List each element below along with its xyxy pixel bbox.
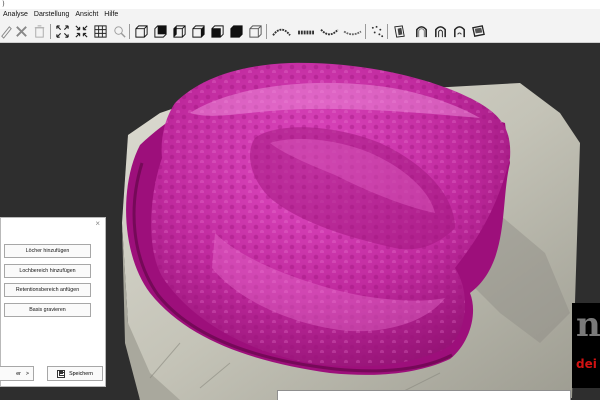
cube-front-icon[interactable] — [133, 23, 149, 39]
title-bar: ) — [0, 0, 600, 9]
logo-glyph: n — [576, 305, 600, 345]
toolbar-separator — [129, 24, 130, 39]
cube-back-icon[interactable] — [152, 23, 168, 39]
toolbar — [0, 21, 600, 43]
cube-right-icon[interactable] — [190, 23, 206, 39]
menu-hilfe[interactable]: Hilfe — [101, 9, 121, 21]
menu-darstellung[interactable]: Darstellung — [31, 9, 72, 21]
brand-logo: n dei e — [572, 303, 600, 388]
collapse-arrows-icon[interactable] — [73, 23, 89, 39]
menu-bar: Analyse Darstellung Ansicht Hilfe — [0, 9, 600, 21]
toolbar-separator — [365, 24, 366, 39]
application-window: ) Analyse Darstellung Ansicht Hilfe × Lö… — [0, 0, 600, 400]
save-button[interactable]: Speichern — [47, 366, 103, 381]
menu-analyse[interactable]: Analyse — [0, 9, 31, 21]
cube-outline-icon[interactable] — [247, 23, 263, 39]
chevron-right-icon: > — [25, 370, 29, 377]
engrave-base-button[interactable]: Basis gravieren — [4, 303, 91, 317]
status-field — [277, 390, 571, 400]
add-retention-area-button[interactable]: Retentionsbereich anfügen — [4, 283, 91, 297]
close-icon[interactable]: × — [95, 220, 100, 228]
expand-arrows-icon[interactable] — [54, 23, 70, 39]
app-icon: ) — [2, 0, 5, 8]
next-button[interactable]: er > — [0, 366, 34, 381]
cube-bottom-icon[interactable] — [228, 23, 244, 39]
tooth-row-front-icon[interactable] — [295, 23, 317, 39]
logo-wordmark: dei e — [576, 357, 600, 371]
grid-icon[interactable] — [92, 23, 108, 39]
scatter-points-icon[interactable] — [369, 23, 385, 39]
cube-left-icon[interactable] — [171, 23, 187, 39]
tooth-row-side-icon[interactable] — [318, 23, 340, 39]
tool-dialog: × Löcher hinzufügen Lochbereich hinzufüg… — [0, 217, 106, 387]
next-button-label: er — [16, 370, 21, 377]
add-hole-area-button[interactable]: Lochbereich hinzufügen — [4, 264, 91, 278]
tooth-3d-icon-2[interactable] — [413, 23, 429, 39]
tooth-3d-icon-5[interactable] — [470, 23, 486, 39]
menu-ansicht[interactable]: Ansicht — [72, 9, 101, 21]
save-button-label: Speichern — [69, 370, 93, 377]
tooth-3d-icon-3[interactable] — [432, 23, 448, 39]
floppy-disk-icon — [57, 369, 66, 378]
toolbar-separator — [50, 24, 51, 39]
tooth-row-top-icon[interactable] — [270, 23, 292, 39]
add-holes-button[interactable]: Löcher hinzufügen — [4, 244, 91, 258]
pencil-icon[interactable] — [0, 23, 14, 39]
tooth-3d-icon-1[interactable] — [391, 23, 407, 39]
cross-tools-icon[interactable] — [13, 23, 29, 39]
trash-icon[interactable] — [31, 23, 47, 39]
toolbar-separator — [387, 24, 388, 39]
cube-top-icon[interactable] — [209, 23, 225, 39]
magnifier-icon[interactable] — [111, 23, 127, 39]
toolbar-separator — [266, 24, 267, 39]
tooth-3d-icon-4[interactable] — [451, 23, 467, 39]
tooth-row-back-icon[interactable] — [341, 23, 363, 39]
